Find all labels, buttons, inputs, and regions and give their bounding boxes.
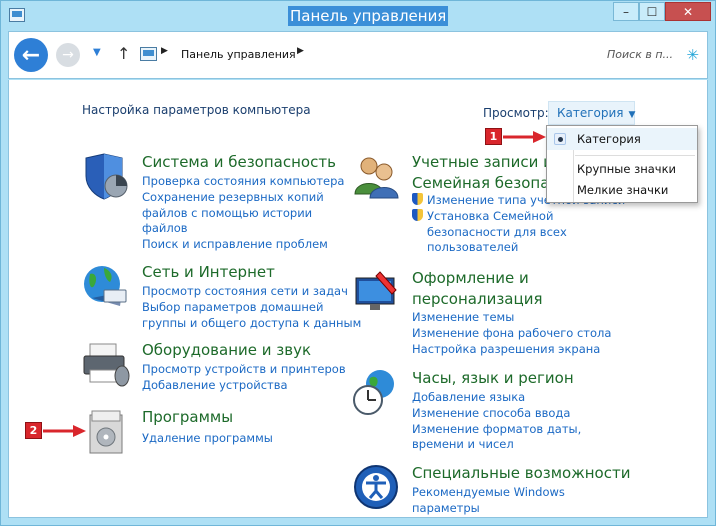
link-screen-resolution[interactable]: Настройка разрешения экрана	[412, 342, 611, 358]
category-title[interactable]: Специальные возможности	[412, 463, 630, 483]
link-recommended-settings[interactable]: Рекомендуемые Windows	[412, 485, 565, 501]
printer-icon[interactable]	[82, 340, 130, 388]
category-title[interactable]: Сеть и Интернет	[142, 262, 275, 282]
programs-icon[interactable]	[82, 407, 130, 455]
search-placeholder[interactable]: Поиск в п...	[607, 48, 673, 61]
category-links: Рекомендуемые Windows параметры	[412, 485, 565, 517]
link-network-status[interactable]: Просмотр состояния сети и задач	[142, 284, 361, 300]
link-family-safety[interactable]: пользователей	[412, 240, 625, 256]
link-change-theme[interactable]: Изменение темы	[412, 310, 611, 326]
annotation-arrow-icon	[43, 425, 86, 437]
appearance-icon[interactable]	[352, 268, 400, 316]
menu-item-large-icons[interactable]: Крупные значки	[547, 158, 697, 180]
window-controls: – ☐ ✕	[613, 2, 711, 21]
menu-item-label: Категория	[577, 132, 641, 146]
users-icon[interactable]	[352, 152, 400, 200]
annotation-arrow-icon	[503, 131, 546, 143]
breadcrumb-chevron-icon[interactable]: ▶	[297, 46, 304, 56]
category-links: Изменение темы Изменение фона рабочего с…	[412, 310, 611, 357]
category-links: Проверка состояния компьютера Сохранение…	[142, 174, 344, 253]
control-panel-window: Панель управления – ☐ ✕ ← → ▼ ↑ ▶ Панель…	[0, 0, 716, 526]
link-change-background[interactable]: Изменение фона рабочего стола	[412, 326, 611, 342]
category-links: Удаление программы	[142, 431, 273, 447]
link-uninstall-program[interactable]: Удаление программы	[142, 431, 273, 447]
menu-item-category[interactable]: Категория	[547, 128, 697, 150]
arrow-left-icon: ←	[21, 42, 41, 68]
category-title[interactable]: Система и безопасность	[142, 152, 336, 172]
up-button[interactable]: ↑	[117, 44, 130, 63]
back-button[interactable]: ←	[14, 38, 48, 72]
uac-shield-icon	[412, 208, 423, 221]
link-recommended-settings[interactable]: параметры	[412, 501, 565, 517]
security-shield-icon[interactable]	[82, 152, 130, 200]
category-title-line: Учетные записи и	[412, 153, 553, 171]
view-by-value: Категория	[557, 106, 624, 120]
category-title[interactable]: Учетные записи и Семейная безопа	[412, 152, 553, 194]
link-troubleshoot[interactable]: Поиск и исправление проблем	[142, 237, 344, 253]
link-change-formats[interactable]: времени и чисел	[412, 437, 581, 453]
breadcrumb-control-panel[interactable]: Панель управления	[181, 48, 296, 61]
arrow-up-icon: ↑	[117, 44, 131, 63]
link-change-input[interactable]: Изменение способа ввода	[412, 406, 581, 422]
link-family-safety[interactable]: Установка Семейной	[412, 208, 625, 225]
control-panel-icon	[9, 8, 25, 22]
accessibility-icon[interactable]	[352, 463, 400, 511]
link-backup[interactable]: файлов	[142, 221, 344, 237]
forward-button[interactable]: →	[56, 43, 80, 67]
uac-shield-icon	[412, 193, 423, 205]
title-bar: Панель управления – ☐ ✕	[1, 1, 715, 31]
category-title[interactable]: Программы	[142, 407, 233, 427]
link-backup[interactable]: файлов с помощью истории	[142, 206, 344, 222]
menu-separator	[575, 155, 695, 156]
menu-item-label: Крупные значки	[577, 162, 677, 176]
search-box[interactable]: Поиск в п... ✳	[599, 42, 703, 68]
view-by-label: Просмотр:	[483, 106, 549, 120]
search-icon[interactable]: ✳	[686, 46, 699, 64]
category-title-line: Оформление и	[412, 269, 529, 287]
link-family-safety[interactable]: безопасности для всех	[412, 225, 625, 241]
navigation-bar: ← → ▼ ↑ ▶ Панель управления ▶ Поиск в п.…	[8, 31, 708, 79]
link-backup[interactable]: Сохранение резервных копий	[142, 190, 344, 206]
category-links: Добавление языка Изменение способа ввода…	[412, 390, 581, 453]
radio-bullet-icon	[554, 133, 566, 145]
arrow-right-icon: →	[62, 47, 74, 63]
clock-globe-icon[interactable]	[352, 368, 400, 416]
annotation-badge-2: 2	[25, 422, 42, 439]
category-links: Просмотр состояния сети и задач Выбор па…	[142, 284, 361, 331]
window-title: Панель управления	[288, 6, 449, 26]
category-title[interactable]: Часы, язык и регион	[412, 368, 574, 388]
category-title[interactable]: Оформление и персонализация	[412, 268, 542, 310]
category-links: Просмотр устройств и принтеров Добавлени…	[142, 362, 346, 394]
network-globe-icon[interactable]	[82, 262, 130, 310]
link-homegroup[interactable]: группы и общего доступа к данным	[142, 316, 361, 332]
link-check-status[interactable]: Проверка состояния компьютера	[142, 174, 344, 190]
annotation-badge-1: 1	[485, 128, 502, 145]
link-label: Установка Семейной	[427, 208, 554, 223]
view-by-dropdown[interactable]: Категория ▼	[548, 101, 635, 125]
category-title-line: персонализация	[412, 290, 543, 308]
address-control-panel-icon	[140, 47, 157, 61]
link-add-language[interactable]: Добавление языка	[412, 390, 581, 406]
recent-pages-dropdown[interactable]: ▼	[93, 47, 101, 58]
category-title[interactable]: Оборудование и звук	[142, 340, 311, 360]
view-by-menu: Категория Крупные значки Мелкие значки	[546, 125, 698, 203]
menu-item-small-icons[interactable]: Мелкие значки	[547, 179, 697, 201]
category-title-line: Семейная безопа	[412, 174, 550, 192]
link-change-formats[interactable]: Изменение форматов даты,	[412, 422, 581, 438]
close-button[interactable]: ✕	[665, 2, 711, 21]
link-devices-printers[interactable]: Просмотр устройств и принтеров	[142, 362, 346, 378]
link-add-device[interactable]: Добавление устройства	[142, 378, 346, 394]
link-homegroup[interactable]: Выбор параметров домашней	[142, 300, 361, 316]
maximize-button[interactable]: ☐	[639, 2, 665, 21]
menu-item-label: Мелкие значки	[577, 183, 669, 197]
page-heading: Настройка параметров компьютера	[82, 103, 311, 117]
minimize-button[interactable]: –	[613, 2, 639, 21]
chevron-down-icon: ▼	[628, 110, 636, 120]
breadcrumb-chevron-icon[interactable]: ▶	[161, 46, 168, 56]
